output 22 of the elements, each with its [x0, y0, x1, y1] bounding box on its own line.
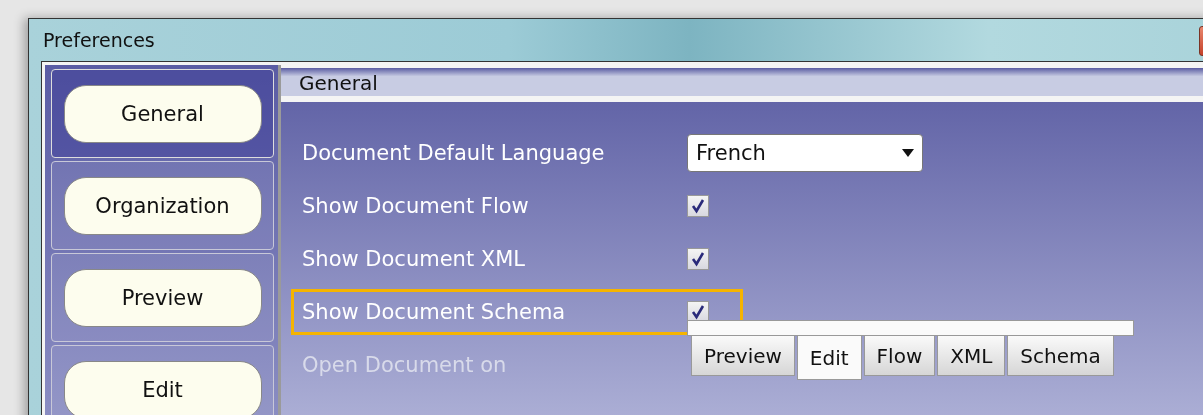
setting-label: Show Document XML	[301, 247, 526, 271]
tab[interactable]: Edit	[796, 336, 862, 380]
language-dropdown[interactable]: French	[687, 134, 923, 172]
setting-label: Open Document on	[301, 353, 508, 377]
checkbox[interactable]	[687, 301, 709, 323]
sidebar-item[interactable]: Organization	[63, 176, 262, 235]
caret-icon	[902, 149, 914, 157]
sidebar-item[interactable]: Preview	[63, 268, 262, 327]
window-title: Preferences	[43, 29, 155, 51]
tab[interactable]: Schema	[1007, 336, 1114, 376]
setting-label: Show Document Flow	[301, 194, 530, 218]
dropdown-value: French	[696, 141, 766, 165]
tab[interactable]: Preview	[691, 336, 795, 376]
sidebar-item[interactable]: General	[63, 84, 262, 143]
checkbox[interactable]	[687, 248, 709, 270]
sidebar-item[interactable]: Edit	[63, 360, 262, 415]
setting-label: Show Document Schema	[301, 300, 567, 324]
tab[interactable]: XML	[937, 336, 1006, 376]
setting-label: Document Default Language	[301, 141, 606, 165]
tab[interactable]: Flow	[863, 336, 936, 376]
section-title: General	[299, 70, 378, 96]
checkbox[interactable]	[687, 195, 709, 217]
